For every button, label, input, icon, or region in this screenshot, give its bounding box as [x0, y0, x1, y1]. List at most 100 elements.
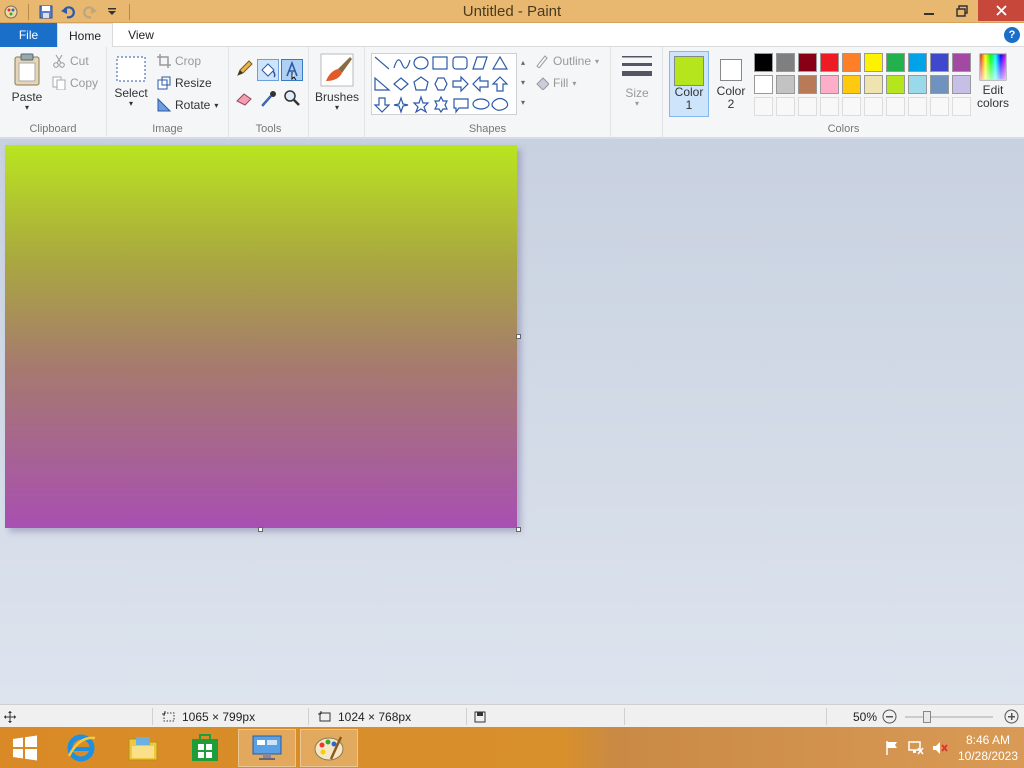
color2-button[interactable]: Color 2	[711, 51, 751, 117]
select-dropdown-icon[interactable]: ▾	[113, 100, 149, 108]
palette-swatch[interactable]	[864, 75, 883, 94]
volume-icon[interactable]	[928, 740, 952, 756]
outline-brush-icon	[536, 55, 548, 68]
color1-number: 1	[685, 98, 693, 112]
palette-swatch[interactable]	[886, 53, 905, 72]
resize-handle-bottom[interactable]	[258, 527, 263, 532]
palette-swatch[interactable]	[820, 53, 839, 72]
palette-swatch[interactable]	[886, 75, 905, 94]
palette-swatch[interactable]	[952, 53, 971, 72]
zoom-slider-thumb[interactable]	[923, 710, 931, 723]
resize-button[interactable]: Resize	[157, 76, 212, 90]
zoom-out-button[interactable]	[882, 705, 897, 728]
tools-group: Tools	[229, 47, 309, 138]
palette-swatch[interactable]	[908, 53, 927, 72]
store-icon	[192, 734, 218, 761]
shapes-gallery	[371, 53, 517, 115]
palette-swatch[interactable]	[754, 53, 773, 72]
custom-color-slot[interactable]	[952, 97, 971, 116]
select-button[interactable]: Select ▾	[113, 55, 149, 108]
zoom-in-button[interactable]	[1004, 705, 1019, 728]
taskbar-remote-desktop[interactable]	[238, 729, 296, 767]
outline-button[interactable]: Outline ▾	[535, 54, 599, 68]
tab-file[interactable]: File	[0, 23, 57, 47]
drawing-canvas[interactable]	[5, 145, 517, 528]
restore-button[interactable]	[945, 0, 978, 21]
start-button[interactable]	[0, 729, 50, 767]
redo-icon[interactable]	[79, 1, 101, 23]
taskbar-file-explorer[interactable]	[114, 729, 172, 767]
custom-color-slot[interactable]	[754, 97, 773, 116]
tab-view[interactable]: View	[118, 23, 164, 47]
brushes-button[interactable]: Brushes ▾	[313, 53, 361, 112]
magnifier-tool[interactable]	[283, 89, 303, 109]
crop-button[interactable]: Crop	[157, 54, 201, 68]
rotate-label: Rotate	[175, 98, 211, 112]
text-tool[interactable]	[281, 59, 303, 81]
undo-icon[interactable]	[57, 1, 79, 23]
palette-swatch[interactable]	[798, 53, 817, 72]
save-icon[interactable]	[35, 1, 57, 23]
help-icon[interactable]: ?	[1004, 27, 1020, 43]
zoom-slider[interactable]	[905, 705, 993, 728]
custom-color-slot[interactable]	[864, 97, 883, 116]
palette-swatch[interactable]	[930, 53, 949, 72]
taskbar-internet-explorer[interactable]	[52, 729, 110, 767]
palette-swatch[interactable]	[798, 75, 817, 94]
paste-button[interactable]: Paste ▾	[6, 53, 48, 112]
customize-qat-icon[interactable]	[101, 1, 123, 23]
resize-handle-corner[interactable]	[516, 527, 521, 532]
colors-group-label: Colors	[827, 123, 860, 135]
palette-swatch[interactable]	[754, 75, 773, 94]
palette-swatch[interactable]	[842, 75, 861, 94]
palette-swatch[interactable]	[776, 75, 795, 94]
custom-color-slot[interactable]	[930, 97, 949, 116]
shapes-scroll[interactable]: ▴ ▾ ▾	[517, 53, 529, 115]
paste-dropdown-icon[interactable]: ▾	[6, 104, 48, 112]
palette-swatch[interactable]	[952, 75, 971, 94]
fill-tool[interactable]	[257, 59, 279, 81]
taskbar-paint[interactable]	[300, 729, 358, 767]
resize-handle-right[interactable]	[516, 334, 521, 339]
clock-time: 8:46 AM	[965, 732, 1011, 747]
tab-home[interactable]: Home	[57, 23, 113, 48]
network-icon[interactable]	[904, 740, 928, 756]
custom-color-slot[interactable]	[908, 97, 927, 116]
size-button[interactable]: Size ▾	[617, 53, 657, 108]
color-picker-tool[interactable]	[259, 89, 279, 109]
eraser-tool[interactable]	[235, 89, 255, 109]
canvas-workspace[interactable]	[0, 139, 1024, 704]
rotate-dropdown-icon[interactable]: ▾	[214, 101, 218, 110]
shapes-gallery-icons[interactable]	[372, 54, 518, 116]
palette-swatch[interactable]	[820, 75, 839, 94]
color1-button[interactable]: Color 1	[669, 51, 709, 117]
copy-button[interactable]: Copy	[52, 76, 98, 90]
palette-swatch[interactable]	[908, 75, 927, 94]
resize-label: Resize	[175, 76, 212, 90]
cut-button[interactable]: Cut	[52, 54, 89, 68]
fill-button[interactable]: Fill ▾	[535, 76, 576, 90]
clock[interactable]: 8:46 AM 10/28/2023	[952, 732, 1024, 764]
palette-swatch[interactable]	[930, 75, 949, 94]
close-button[interactable]	[978, 0, 1024, 21]
folder-icon	[128, 737, 158, 761]
brushes-dropdown-icon[interactable]: ▾	[313, 104, 361, 112]
rotate-button[interactable]: Rotate ▾	[157, 98, 218, 112]
palette-swatch[interactable]	[864, 53, 883, 72]
pencil-tool[interactable]	[235, 60, 255, 80]
action-center-icon[interactable]	[880, 740, 904, 756]
minimize-button[interactable]	[912, 0, 945, 21]
ribbon: Paste ▾ Cut Copy Clipboard Select ▾ Crop…	[0, 47, 1024, 138]
taskbar-store[interactable]	[176, 729, 234, 767]
custom-color-slot[interactable]	[820, 97, 839, 116]
window-controls	[912, 0, 1024, 21]
custom-color-slot[interactable]	[798, 97, 817, 116]
custom-color-slot[interactable]	[886, 97, 905, 116]
paint-app-icon[interactable]	[0, 1, 22, 23]
palette-swatch[interactable]	[842, 53, 861, 72]
edit-colors-button[interactable]: Edit colors	[975, 53, 1011, 110]
custom-color-slot[interactable]	[776, 97, 795, 116]
palette-swatch[interactable]	[776, 53, 795, 72]
custom-color-slot[interactable]	[842, 97, 861, 116]
magnifier-icon	[284, 90, 300, 106]
